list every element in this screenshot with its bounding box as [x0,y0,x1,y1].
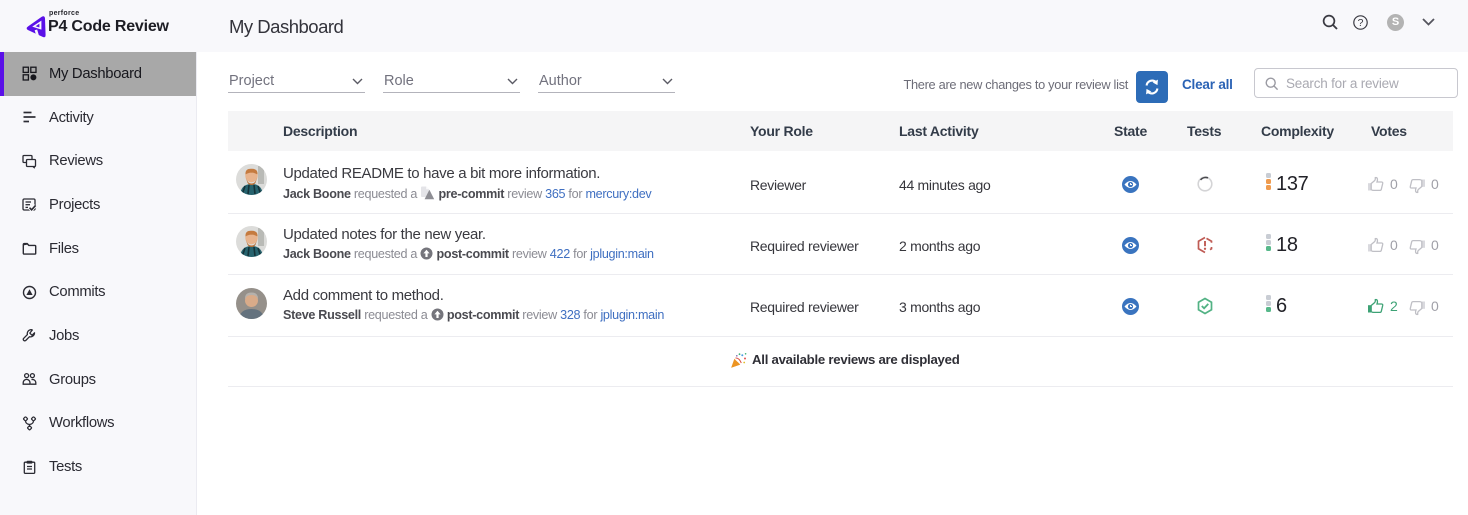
svg-text:?: ? [1358,17,1364,29]
